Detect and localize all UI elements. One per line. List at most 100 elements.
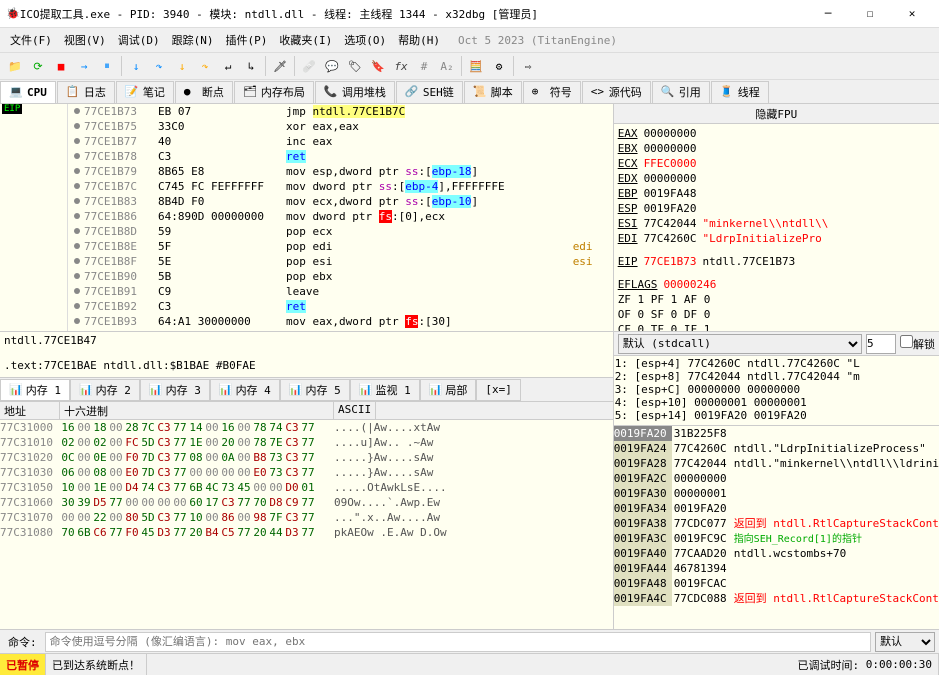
calling-convention-select[interactable]: 默认 (stdcall) <box>618 334 862 354</box>
dump-row[interactable]: 77C310603039D577000000006017C37770D8C977… <box>0 495 613 510</box>
reg-EDI[interactable]: EDI77C4260C"LdrpInitializePro <box>618 231 935 246</box>
step-over-button[interactable]: ↷ <box>148 55 170 77</box>
scylla-button[interactable]: 🗡 <box>269 55 291 77</box>
disasm-row[interactable]: 77CE1B91C9leave <box>68 284 613 299</box>
menu-F[interactable]: 文件(F) <box>4 30 58 50</box>
menu-I[interactable]: 收藏夹(I) <box>273 30 338 50</box>
command-input[interactable] <box>45 632 871 652</box>
dump-row[interactable]: 77C31080706BC677F045D37720B4C5772044D377… <box>0 525 613 540</box>
open-button[interactable]: 📁 <box>4 55 26 77</box>
reg-ESP[interactable]: ESP0019FA20 <box>618 201 935 216</box>
stack-row[interactable]: 0019FA2477C4260Cntdll."LdrpInitializePro… <box>614 441 939 456</box>
disasm-row[interactable]: 77CE1B7740inc eax <box>68 134 613 149</box>
tab-8[interactable]: ⊕符号 <box>523 81 581 103</box>
stack-row[interactable]: 0019FA3C0019FC9C <box>614 531 939 546</box>
disasm-row[interactable]: 77CE1B8D59pop ecx <box>68 224 613 239</box>
arg-row[interactable]: 4: [esp+10] 00000001 00000001 <box>615 396 938 409</box>
stack-row[interactable]: 0019FA2C00000000 <box>614 471 939 486</box>
close-button[interactable]: ✕ <box>891 0 933 28</box>
tab-2[interactable]: 📝笔记 <box>116 81 174 103</box>
dump-pane[interactable]: 地址 十六进制 ASCII 77C3100016001800287CC37714… <box>0 402 613 629</box>
dump-tab-6[interactable]: 📊局部 <box>420 379 477 401</box>
stack-pane[interactable]: 0019FA2031B225F80019FA2477C4260Cntdll."L… <box>614 426 939 629</box>
dump-row[interactable]: 77C3107000002200805DC37710008600987FC377… <box>0 510 613 525</box>
dump-row[interactable]: 77C3100016001800287CC377140016007874C377… <box>0 420 613 435</box>
reg-ESI[interactable]: ESI77C42044"minkernel\\ntdll\\ <box>618 216 935 231</box>
dump-tab-1[interactable]: 📊内存 2 <box>70 379 140 401</box>
tab-1[interactable]: 📋日志 <box>57 81 115 103</box>
dump-tab-0[interactable]: 📊内存 1 <box>0 379 70 401</box>
dump-tab-2[interactable]: 📊内存 3 <box>140 379 210 401</box>
dump-tab-3[interactable]: 📊内存 4 <box>210 379 280 401</box>
tab-5[interactable]: 📞调用堆栈 <box>315 81 395 103</box>
menu-P[interactable]: 插件(P) <box>220 30 274 50</box>
disasm-row[interactable]: 77CE1B9933C9xor ecx,ecx <box>68 329 613 331</box>
dump-row[interactable]: 77C310200C000E00F07DC37708000A00B873C377… <box>0 450 613 465</box>
disasm-row[interactable]: 77CE1B7533C0xor eax,eax <box>68 119 613 134</box>
pause-button[interactable]: ⏸ <box>96 55 118 77</box>
stack-row[interactable]: 0019FA480019FCAC <box>614 576 939 591</box>
bookmarks-button[interactable]: 🔖 <box>367 55 389 77</box>
disasm-row[interactable]: 77CE1B8F5Epop esiesi <box>68 254 613 269</box>
disasm-row[interactable]: 77CE1B8E5Fpop ediedi <box>68 239 613 254</box>
tab-11[interactable]: 🧵线程 <box>711 81 769 103</box>
unlock-checkbox[interactable]: 解锁 <box>900 335 935 352</box>
dump-tab-5[interactable]: 📊监视 1 <box>350 379 420 401</box>
arg-row[interactable]: 2: [esp+8] 77C42044 ntdll.77C42044 "m <box>615 370 938 383</box>
labels-button[interactable]: 🏷 <box>344 55 366 77</box>
restart-button[interactable]: ⟳ <box>27 55 49 77</box>
maximize-button[interactable]: ☐ <box>849 0 891 28</box>
dump-tab-4[interactable]: 📊内存 5 <box>280 379 350 401</box>
hide-fpu-button[interactable]: 隐藏FPU <box>618 106 935 122</box>
stack-row[interactable]: 0019FA340019FA20 <box>614 501 939 516</box>
disasm-row[interactable]: 77CE1B73EB 07jmp ntdll.77CE1B7C <box>68 104 613 119</box>
disasm-row[interactable]: 77CE1B78C3ret <box>68 149 613 164</box>
struct-button[interactable]: [x=] <box>476 379 521 401</box>
disasm-row[interactable]: 77CE1B92C3ret <box>68 299 613 314</box>
disasm-row[interactable]: 77CE1B9364:A1 30000000mov eax,dword ptr … <box>68 314 613 329</box>
trace-into-button[interactable]: ↓ <box>171 55 193 77</box>
reg-EAX[interactable]: EAX00000000 <box>618 126 935 141</box>
dump-hdr-ascii[interactable]: ASCII <box>334 402 376 419</box>
reg-EBX[interactable]: EBX00000000 <box>618 141 935 156</box>
strings-button[interactable]: A₂ <box>436 55 458 77</box>
run-button[interactable]: → <box>73 55 95 77</box>
stop-button[interactable]: ■ <box>50 55 72 77</box>
reg-ECX[interactable]: ECXFFEC0000 <box>618 156 935 171</box>
trace-over-button[interactable]: ↷ <box>194 55 216 77</box>
patches-button[interactable]: 🩹 <box>298 55 320 77</box>
args-pane[interactable]: 1: [esp+4] 77C4260C ntdll.77C4260C "L2: … <box>614 356 939 426</box>
run-to-return-button[interactable]: ↵ <box>217 55 239 77</box>
comments-button[interactable]: 💬 <box>321 55 343 77</box>
menu-H[interactable]: 帮助(H) <box>392 30 446 50</box>
arg-count-input[interactable] <box>866 334 896 354</box>
dump-hdr-hex[interactable]: 十六进制 <box>60 402 334 419</box>
reg-EFLAGS[interactable]: EFLAGS00000246 <box>618 277 935 292</box>
tab-10[interactable]: 🔍引用 <box>652 81 710 103</box>
dump-hdr-addr[interactable]: 地址 <box>0 402 60 419</box>
disasm-row[interactable]: 77CE1B7CC745 FC FEFFFFFFmov dword ptr ss… <box>68 179 613 194</box>
tab-0[interactable]: 💻CPU <box>0 81 56 103</box>
disassembly-pane[interactable]: EIP 77CE1B73EB 07jmp ntdll.77CE1B7C77CE1… <box>0 104 613 332</box>
tab-4[interactable]: 🗂内存布局 <box>234 81 314 103</box>
reg-EDX[interactable]: EDX00000000 <box>618 171 935 186</box>
arg-row[interactable]: 5: [esp+14] 0019FA20 0019FA20 <box>615 409 938 422</box>
arg-row[interactable]: 3: [esp+C] 00000000 00000000 <box>615 383 938 396</box>
tab-3[interactable]: ●断点 <box>175 81 233 103</box>
dump-row[interactable]: 77C3105010001E00D474C3776B4C73450000D001… <box>0 480 613 495</box>
stack-row[interactable]: 0019FA2031B225F8 <box>614 426 939 441</box>
stack-row[interactable]: 0019FA2877C42044ntdll."minkernel\\ntdll\… <box>614 456 939 471</box>
menu-V[interactable]: 视图(V) <box>58 30 112 50</box>
stack-row[interactable]: 0019FA4077CAAD20ntdll.wcstombs+70 <box>614 546 939 561</box>
arg-row[interactable]: 1: [esp+4] 77C4260C ntdll.77C4260C "L <box>615 357 938 370</box>
menu-N[interactable]: 跟踪(N) <box>166 30 220 50</box>
stack-row[interactable]: 0019FA3000000001 <box>614 486 939 501</box>
tab-9[interactable]: <>源代码 <box>582 81 651 103</box>
command-mode-select[interactable]: 默认 <box>875 632 935 652</box>
stack-row[interactable]: 0019FA3877CDC077返回到 ntdll.RtlCaptureStac… <box>614 516 939 531</box>
tab-7[interactable]: 📜脚本 <box>464 81 522 103</box>
dump-row[interactable]: 77C3103006000800E07DC37700000000E073C377… <box>0 465 613 480</box>
tab-6[interactable]: 🔗SEH链 <box>396 81 463 103</box>
disasm-row[interactable]: 77CE1B838B4D F0mov ecx,dword ptr ss:[ebp… <box>68 194 613 209</box>
settings-button[interactable]: ⚙ <box>488 55 510 77</box>
